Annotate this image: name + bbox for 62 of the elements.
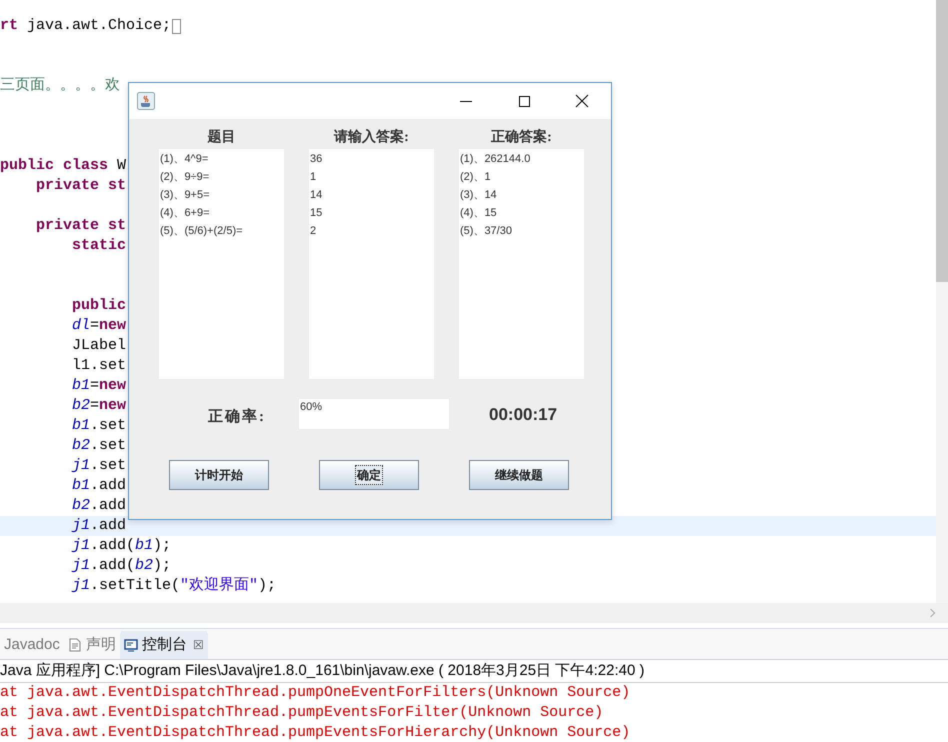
code-line: 三页面。。。。欢 xyxy=(0,76,120,96)
list-entry: (1)、262144.0 xyxy=(460,152,532,167)
view-tab[interactable]: Javadoc xyxy=(0,631,64,659)
monitor-icon xyxy=(124,638,138,652)
list-entry: (5)、(5/6)+(2/5)= xyxy=(160,224,244,239)
list-entry: (1)、4^9= xyxy=(160,152,210,167)
list-entry: (5)、37/30 xyxy=(460,224,513,239)
column-heading: 正确答案: xyxy=(491,128,552,147)
code-line: b1=new xyxy=(72,376,126,396)
code-line: j1.setTitle("欢迎界面"); xyxy=(72,576,276,596)
list-entry: (4)、15 xyxy=(460,206,498,221)
list-entry: 14 xyxy=(310,188,324,203)
action-button[interactable]: 计时开始 xyxy=(169,460,269,490)
code-line: l1.set xyxy=(72,356,126,376)
coffee-cup-icon xyxy=(137,92,155,110)
list-entry: 15 xyxy=(310,206,324,221)
code-line: dl=new xyxy=(72,316,126,336)
action-button[interactable]: 继续做题 xyxy=(469,460,569,490)
text-list[interactable]: 36 1 14 15 2 xyxy=(309,149,434,379)
list-entry: 36 xyxy=(310,152,324,167)
list-entry: (4)、6+9= xyxy=(160,206,211,221)
code-line: j1.add(b1); xyxy=(72,536,172,556)
action-button[interactable]: 确定 xyxy=(319,460,419,490)
view-tab[interactable]: 声明 xyxy=(64,631,120,659)
code-line: j1.set xyxy=(72,456,126,476)
list-entry: (3)、14 xyxy=(460,188,498,203)
code-line: public xyxy=(72,296,126,316)
console-error-line: at java.awt.EventDispatchThread.pumpEventsForFilter(Unknown Source) xyxy=(0,703,604,723)
code-line: public class W xyxy=(0,156,126,176)
console-error-line: at java.awt.EventDispatchThread.pumpOneEventForFilters(Unknown Source) xyxy=(0,683,632,703)
timer-text: 00:00:17 xyxy=(489,404,558,426)
code-line: private st xyxy=(36,176,126,196)
list-entry: 2 xyxy=(310,224,318,239)
code-line: j1.add xyxy=(72,516,126,536)
code-line: b2.set xyxy=(72,436,126,456)
code-line: rt java.awt.Choice; xyxy=(0,16,172,36)
accuracy-label: 正确率: xyxy=(208,407,266,427)
code-line: private st xyxy=(36,216,126,236)
code-line: b1.add xyxy=(72,476,126,496)
code-line: b1.set xyxy=(72,416,126,436)
code-line: b2.add xyxy=(72,496,126,516)
horizontal-scrollbar[interactable] xyxy=(0,603,948,623)
column-heading: 题目 xyxy=(208,128,236,147)
document-icon xyxy=(68,638,82,652)
list-entry: (2)、1 xyxy=(460,170,492,185)
list-entry: 1 xyxy=(310,170,318,185)
accuracy-field[interactable]: 60% xyxy=(299,399,449,429)
code-line: JLabel xyxy=(72,336,126,356)
code-line: b2=new xyxy=(72,396,126,416)
text-list[interactable]: (1)、262144.0 (2)、1 (3)、14 (4)、15 (5)、37/30 xyxy=(459,149,584,379)
console-header: Java 应用程序] C:\Program Files\Java\jre1.8.0_161\bin\javaw.exe ( 2018年3月25日 下午4:22:40 ) xyxy=(0,661,646,681)
close-icon xyxy=(575,94,589,108)
code-line: static xyxy=(72,236,126,256)
list-entry: (3)、9+5= xyxy=(160,188,211,203)
console-error-line: at java.awt.EventDispatchThread.pumpEventsForHierarchy(Unknown Source) xyxy=(0,723,632,742)
close-icon[interactable]: ☒ xyxy=(192,636,204,654)
list-entry: (2)、9÷9= xyxy=(160,170,210,185)
code-line: j1.add(b2); xyxy=(72,556,172,576)
text-list[interactable]: (1)、4^9= (2)、9÷9= (3)、9+5= (4)、6+9= (5)、(5/6)+(2/5)= xyxy=(159,149,284,379)
vertical-scrollbar[interactable] xyxy=(936,0,948,603)
view-tab[interactable]: 控制台 ☒ xyxy=(120,631,208,659)
column-heading: 请输入答案: xyxy=(334,128,409,147)
